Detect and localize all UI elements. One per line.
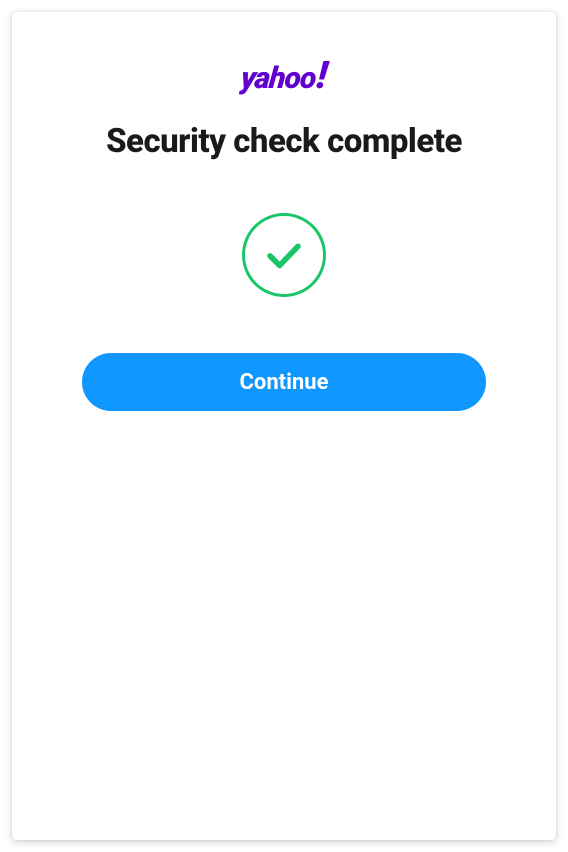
yahoo-logo-text: yahoo xyxy=(240,64,318,94)
yahoo-logo: yahoo ! xyxy=(241,60,327,98)
yahoo-logo-bang: ! xyxy=(315,57,329,95)
check-circle-icon xyxy=(242,213,326,297)
auth-card: yahoo ! Security check complete Continue xyxy=(12,12,556,840)
page-title: Security check complete xyxy=(106,122,462,161)
continue-button[interactable]: Continue xyxy=(82,353,486,411)
